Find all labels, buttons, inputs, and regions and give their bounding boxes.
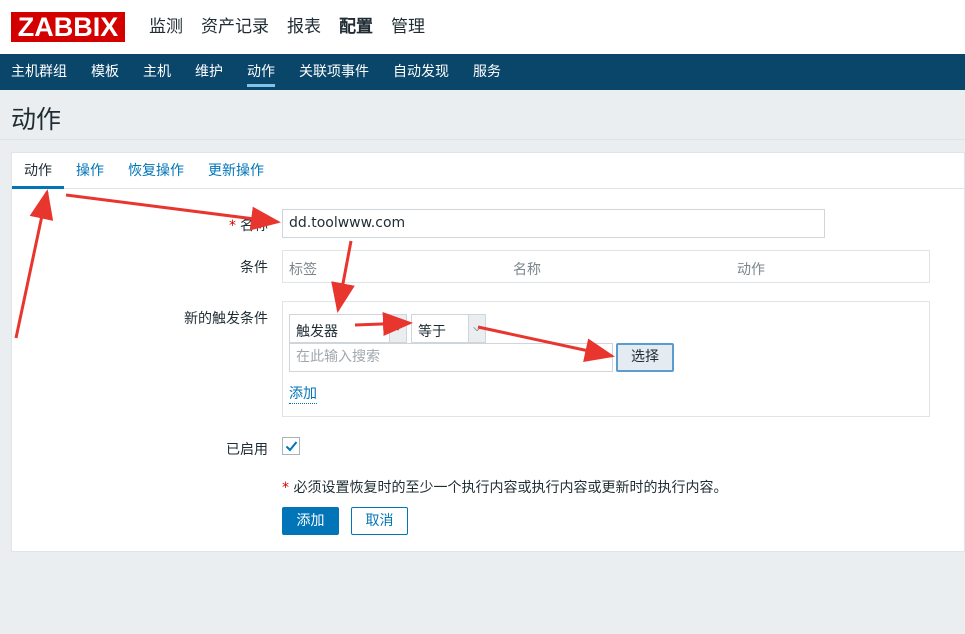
tab-bar: 动作 操作 恢复操作 更新操作 [12, 153, 965, 189]
search-placeholder: 在此输入搜索 [296, 349, 380, 365]
required-mark: * [229, 218, 236, 234]
add-button[interactable]: 添加 [282, 507, 339, 535]
checkmark-icon [285, 441, 298, 452]
name-label-text: 名称 [240, 218, 268, 234]
top-bar: ZABBIX 监测 资产记录 报表 配置 管理 [0, 0, 965, 54]
conditions-label: 条件 [240, 260, 268, 276]
note-text: 必须设置恢复时的至少一个执行内容或执行内容或更新时的执行内容。 [293, 480, 728, 496]
sub-menu-services[interactable]: 服务 [462, 54, 501, 90]
conditions-col-label: 标签 [289, 262, 317, 278]
trigger-search-input[interactable]: 在此输入搜索 [289, 343, 613, 372]
enabled-label: 已启用 [226, 442, 268, 458]
top-menu-configuration[interactable]: 配置 [330, 0, 382, 54]
header-divider [0, 139, 965, 140]
page-title: 动作 [11, 105, 62, 134]
required-note: * 必须设置恢复时的至少一个执行内容或执行内容或更新时的执行内容。 [282, 477, 727, 497]
top-menu-monitoring[interactable]: 监测 [140, 0, 192, 54]
conditions-col-name: 名称 [513, 262, 541, 278]
sub-menu-discovery[interactable]: 自动发现 [382, 54, 449, 90]
condition-type-value: 触发器 [296, 324, 338, 340]
tab-update-operations[interactable]: 更新操作 [196, 153, 276, 188]
sub-menu-maintenance[interactable]: 维护 [184, 54, 223, 90]
condition-type-select[interactable]: 触发器 ▾ [289, 314, 407, 343]
sub-menu-event-correlation[interactable]: 关联项事件 [288, 54, 369, 90]
top-menu-reports[interactable]: 报表 [278, 0, 330, 54]
operator-value: 等于 [418, 324, 446, 340]
conditions-col-action: 动作 [737, 262, 765, 278]
top-menu-administration[interactable]: 管理 [382, 0, 434, 54]
new-condition-label: 新的触发条件 [184, 311, 268, 327]
sub-menu-templates[interactable]: 模板 [80, 54, 119, 90]
action-form-panel: 动作 操作 恢复操作 更新操作 * 名称 dd.toolwww.com 条件 标签… [11, 152, 965, 552]
tab-action[interactable]: 动作 [12, 153, 64, 189]
choose-button[interactable]: 选择 [616, 343, 674, 372]
sub-menu-host-groups[interactable]: 主机群组 [0, 54, 67, 90]
tab-operations[interactable]: 操作 [64, 153, 116, 188]
zabbix-logo[interactable]: ZABBIX [11, 12, 125, 42]
note-required-mark: * [282, 480, 289, 496]
chevron-down-icon: ⌵ [468, 315, 485, 342]
tab-recovery-operations[interactable]: 恢复操作 [116, 153, 196, 188]
top-menu-inventory[interactable]: 资产记录 [192, 0, 278, 54]
enabled-checkbox[interactable] [282, 437, 300, 455]
conditions-table: 标签 名称 动作 [282, 250, 930, 283]
sub-menu-hosts[interactable]: 主机 [132, 54, 171, 90]
add-condition-link[interactable]: 添加 [289, 386, 317, 404]
sub-menu: 主机群组 模板 主机 维护 动作 关联项事件 自动发现 服务 [0, 54, 965, 90]
name-input[interactable]: dd.toolwww.com [282, 209, 825, 238]
name-label: * 名称 [172, 215, 268, 235]
operator-select[interactable]: 等于 ⌵ [411, 314, 486, 343]
chevron-down-icon: ▾ [389, 315, 406, 342]
cancel-button[interactable]: 取消 [351, 507, 408, 535]
sub-menu-actions[interactable]: 动作 [236, 54, 275, 90]
top-menu: 监测 资产记录 报表 配置 管理 [140, 0, 434, 54]
